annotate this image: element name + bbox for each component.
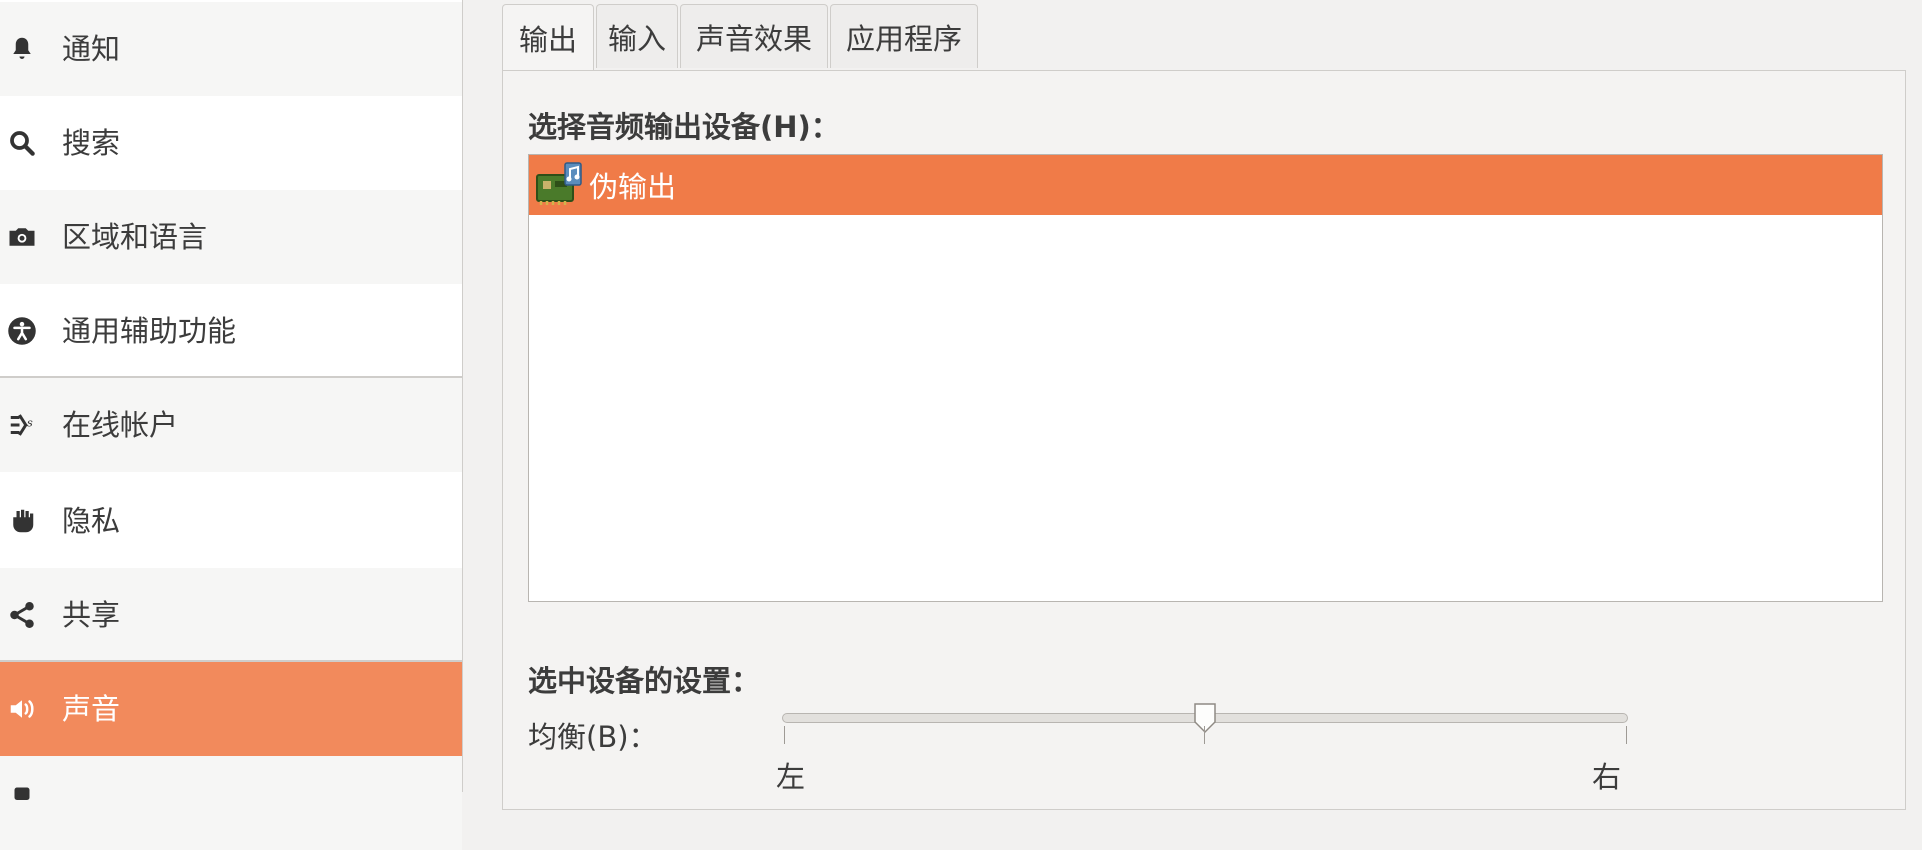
sidebar: 通知 搜索 区域和语言 通用辅助功能 s 在线帐户 隐私 共享 声音: [0, 0, 463, 850]
tab-label: 声音效果: [695, 21, 812, 56]
tab-input[interactable]: 输入: [596, 4, 678, 68]
balance-label: 均衡(B)：: [528, 720, 658, 754]
svg-text:s: s: [27, 416, 33, 429]
tab-label: 输入: [607, 21, 666, 56]
balance-left-label: 左: [776, 760, 806, 794]
accessibility-icon: [6, 315, 38, 347]
sidebar-item-search[interactable]: 搜索: [0, 96, 462, 190]
bell-icon: [6, 33, 38, 65]
tab-applications[interactable]: 应用程序: [830, 4, 978, 68]
online-accounts-icon: s: [6, 409, 38, 441]
sidebar-item-partial[interactable]: [0, 756, 462, 850]
share-icon: [6, 599, 38, 631]
tab-sound-effects[interactable]: 声音效果: [680, 4, 828, 68]
speaker-icon: [6, 693, 38, 725]
tab-label: 应用程序: [845, 21, 962, 56]
balance-tick-left: [784, 726, 785, 744]
sidebar-item-label: 共享: [62, 597, 121, 632]
selected-settings-heading: 选中设备的设置：: [528, 664, 761, 698]
sidebar-item-label: 通用辅助功能: [62, 313, 237, 348]
tab-label: 输出: [518, 22, 577, 57]
sidebar-item-privacy[interactable]: 隐私: [0, 474, 462, 568]
sidebar-item-label: 区域和语言: [62, 219, 208, 254]
device-label: 伪输出: [589, 170, 677, 204]
device-row[interactable]: 伪输出: [529, 155, 1882, 215]
sidebar-item-accessibility[interactable]: 通用辅助功能: [0, 284, 462, 378]
sound-card-icon: [535, 161, 583, 209]
balance-tick-right: [1626, 726, 1627, 744]
balance-tick-center: [1204, 726, 1205, 744]
balance-slider-handle[interactable]: [1193, 702, 1217, 734]
sidebar-item-notifications[interactable]: 通知: [0, 2, 462, 96]
sidebar-item-label: 隐私: [62, 503, 121, 538]
search-icon: [6, 127, 38, 159]
select-device-heading: 选择音频输出设备(H)：: [528, 110, 840, 144]
sidebar-item-sharing[interactable]: 共享: [0, 568, 462, 662]
sidebar-item-label: 声音: [62, 691, 121, 726]
sidebar-item-sound[interactable]: 声音: [0, 662, 462, 756]
balance-right-label: 右: [1592, 760, 1622, 794]
sidebar-item-label: 通知: [62, 31, 121, 66]
camera-icon: [6, 221, 38, 253]
power-icon: [6, 784, 38, 816]
hand-icon: [6, 505, 38, 537]
sidebar-item-online-accounts[interactable]: s 在线帐户: [0, 378, 462, 472]
tab-output[interactable]: 输出: [502, 4, 594, 70]
sidebar-item-region-language[interactable]: 区域和语言: [0, 190, 462, 284]
output-device-list[interactable]: 伪输出: [528, 154, 1883, 602]
sidebar-item-label: 搜索: [62, 125, 121, 160]
sidebar-item-label: 在线帐户: [62, 407, 179, 442]
